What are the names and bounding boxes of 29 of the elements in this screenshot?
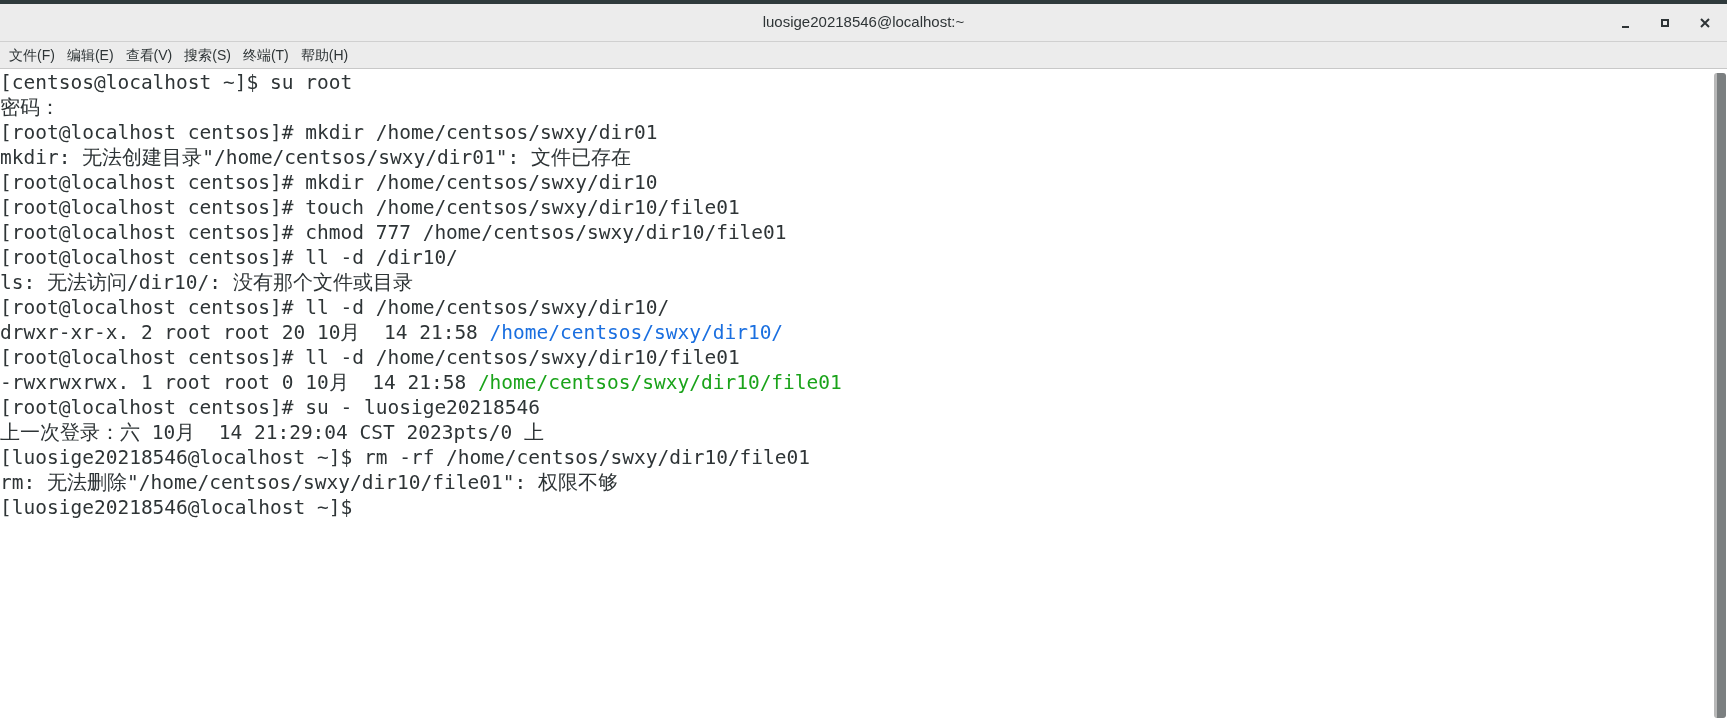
file-path: /home/centsos/swxy/dir10/file01 xyxy=(477,371,842,394)
terminal-text: [root@localhost centsos]# ll -d /home/centsos/swxy/dir10/file01 xyxy=(0,346,740,369)
directory-path: /home/centsos/swxy/dir10/ xyxy=(489,321,784,344)
menu-item[interactable]: 文件(F) xyxy=(4,44,60,66)
terminal-text: [luosige20218546@localhost ~]$ rm -rf /home/centsos/swxy/dir10/file01 xyxy=(0,446,811,469)
menu-item[interactable]: 终端(T) xyxy=(237,44,294,66)
terminal-text: -rwxrwxrwx. 1 root root 0 10月 14 21:58 xyxy=(0,371,468,394)
menu-item[interactable]: 搜索(S) xyxy=(179,44,236,66)
close-icon xyxy=(1700,17,1710,28)
menu-item[interactable]: 查看(V) xyxy=(120,44,178,66)
window-title: luosige20218546@localhost:~ xyxy=(762,12,965,33)
terminal-text: 密码： xyxy=(0,96,60,119)
terminal-text: [centsos@localhost ~]$ su root xyxy=(0,71,353,94)
terminal-text: rm: 无法删除"/home/centsos/swxy/dir10/file01": 权限不够 xyxy=(0,471,618,494)
menu-item[interactable]: 编辑(E) xyxy=(61,44,119,66)
terminal-text: mkdir: 无法创建目录"/home/centsos/swxy/dir01": 文件已存在 xyxy=(0,146,631,169)
terminal-text: [root@localhost centsos]# ll -d /home/centsos/swxy/dir10/ xyxy=(0,296,670,319)
menu-item[interactable]: 帮助(H) xyxy=(295,44,354,66)
terminal-text: drwxr-xr-x. 2 root root 20 10月 14 21:58 xyxy=(0,321,479,344)
terminal-text: [root@localhost centsos]# ll -d /dir10/ xyxy=(0,246,458,269)
terminal-text: [root@localhost centsos]# chmod 777 /home/centsos/swxy/dir10/file01 xyxy=(0,221,787,244)
terminal-text: [root@localhost centsos]# touch /home/centsos/swxy/dir10/file01 xyxy=(0,196,740,219)
terminal-text: 上一次登录：六 10月 14 21:29:04 CST 2023pts/0 上 xyxy=(0,421,544,444)
scrollbar[interactable] xyxy=(1714,73,1726,718)
terminal-text: [root@localhost centsos]# su - luosige20218546 xyxy=(0,396,541,419)
terminal-text: [luosige20218546@localhost ~]$ xyxy=(0,496,353,519)
terminal-text: [root@localhost centsos]# mkdir /home/centsos/swxy/dir10 xyxy=(0,171,658,194)
terminal-text: ls: 无法访问/dir10/: 没有那个文件或目录 xyxy=(0,271,413,294)
terminal-text: [root@localhost centsos]# mkdir /home/centsos/swxy/dir01 xyxy=(0,121,658,144)
